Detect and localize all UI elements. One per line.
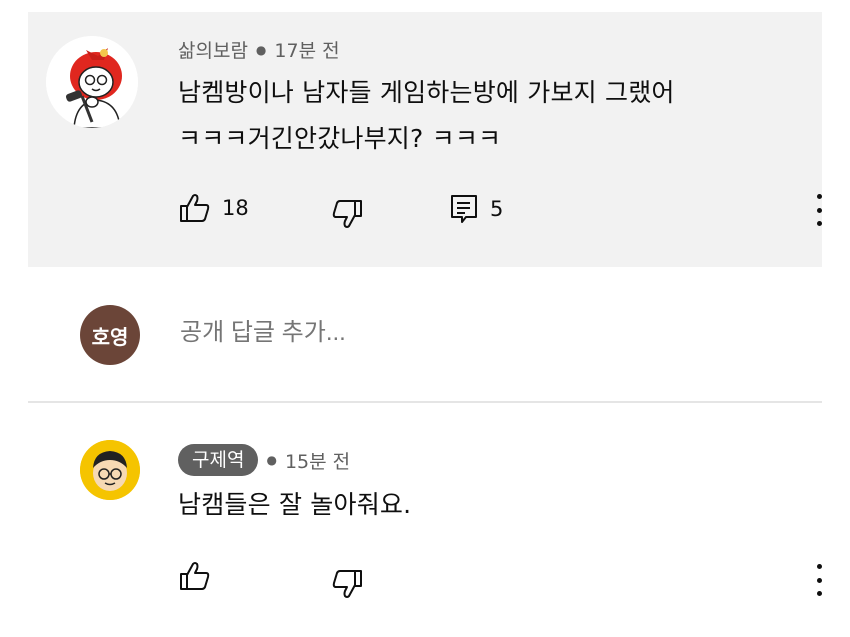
comment-thread: 삶의보람 ● 17분 전 남켐방이나 남자들 게임하는방에 가보지 그랬어 ㅋㅋ…	[28, 12, 822, 637]
reply-input[interactable]	[178, 318, 782, 348]
comment-time[interactable]: 15분 전	[285, 447, 350, 474]
comment-text: 남캠들은 잘 놀아줘요.	[178, 490, 412, 519]
divider	[28, 401, 822, 403]
cartoon-avatar-icon	[80, 440, 140, 500]
separator-dot: ●	[255, 42, 267, 57]
avatar[interactable]	[80, 440, 140, 500]
comment-meta: 삶의보람 ● 17분 전	[178, 36, 340, 63]
my-avatar[interactable]: 호영	[80, 305, 140, 365]
comment-meta: 구제역 ● 15분 전	[178, 444, 350, 476]
reply-box: 호영	[28, 302, 822, 372]
comment-author-badge[interactable]: 구제역	[178, 444, 259, 476]
thumbs-up-icon	[180, 562, 210, 590]
comment-time[interactable]: 17분 전	[274, 36, 339, 63]
like-count: 18	[222, 196, 249, 220]
more-vert-icon[interactable]	[814, 194, 824, 226]
highlighted-comment: 삶의보람 ● 17분 전 남켐방이나 남자들 게임하는방에 가보지 그랬어 ㅋㅋ…	[28, 12, 822, 267]
dislike-button[interactable]	[330, 198, 364, 230]
thumbs-down-icon	[332, 570, 362, 598]
reply-comment-icon	[451, 195, 477, 223]
thumbs-down-icon	[332, 200, 362, 228]
like-button[interactable]: 18	[178, 192, 249, 224]
dislike-button[interactable]	[330, 568, 364, 600]
comment-author[interactable]: 삶의보람	[178, 36, 248, 63]
my-avatar-text: 호영	[91, 324, 129, 349]
avatar[interactable]	[46, 36, 138, 128]
separator-dot: ●	[266, 453, 277, 467]
cartoon-avatar-icon	[46, 36, 138, 128]
thumbs-up-icon	[180, 194, 210, 222]
like-button[interactable]	[178, 560, 212, 592]
more-vert-icon[interactable]	[814, 564, 824, 596]
reply-count: 5	[490, 197, 504, 221]
replies-button[interactable]: 5	[448, 192, 503, 226]
comment-text: 남켐방이나 남자들 게임하는방에 가보지 그랬어 ㅋㅋㅋ거긴안갔나부지? ㅋㅋㅋ	[178, 78, 675, 153]
